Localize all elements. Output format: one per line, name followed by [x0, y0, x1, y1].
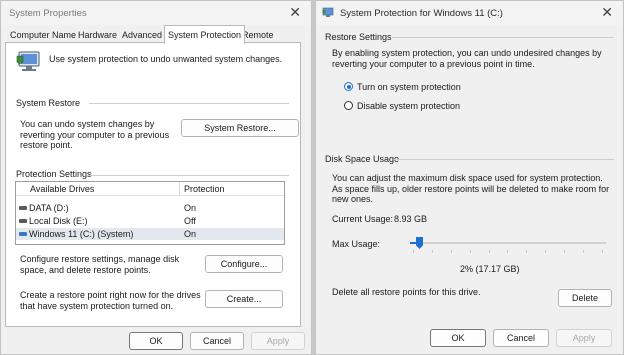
system-protection-icon [16, 51, 40, 71]
close-icon[interactable]: ✕ [289, 5, 301, 19]
ok-button[interactable]: OK [430, 329, 486, 347]
system-protection-icon [322, 7, 334, 17]
window-title: System Protection for Windows 11 (C:) [340, 8, 503, 19]
system-drive-icon [19, 232, 27, 236]
system-properties-window: System Properties ✕ Computer Name Hardwa… [0, 0, 312, 355]
disable-protection-label[interactable]: Disable system protection [357, 101, 460, 111]
divider [392, 37, 614, 38]
turn-on-protection-radio[interactable] [344, 82, 353, 91]
column-header-drives[interactable]: Available Drives [30, 184, 94, 194]
cancel-button[interactable]: Cancel [493, 329, 549, 347]
tab-advanced[interactable]: Advanced [122, 28, 162, 43]
drive-icon [19, 219, 27, 223]
drive-protection: On [184, 229, 197, 239]
column-header-protection[interactable]: Protection [184, 184, 225, 194]
drive-row-selected[interactable]: Windows 11 (C:) (System) On [16, 228, 284, 240]
disk-space-heading: Disk Space Usage [325, 154, 400, 164]
column-separator[interactable] [179, 182, 180, 196]
ok-button[interactable]: OK [129, 332, 183, 350]
configure-desc: Configure restore settings, manage disk … [20, 254, 180, 275]
divider [87, 175, 289, 176]
current-usage-label: Current Usage: [332, 214, 394, 224]
divider [89, 103, 289, 104]
slider-ticks [413, 250, 603, 253]
tab-hardware[interactable]: Hardware [78, 28, 117, 43]
system-restore-button[interactable]: System Restore... [181, 119, 299, 137]
intro-text: Use system protection to undo unwanted s… [49, 54, 283, 64]
create-button[interactable]: Create... [205, 290, 283, 308]
drive-protection: On [184, 203, 197, 213]
cancel-button[interactable]: Cancel [190, 332, 244, 350]
disk-space-desc: You can adjust the maximum disk space us… [332, 173, 610, 204]
drive-name: Local Disk (E:) [29, 216, 88, 226]
drives-list[interactable]: Available Drives Protection DATA (D:) On… [15, 181, 285, 245]
configure-button[interactable]: Configure... [205, 255, 283, 273]
title-bar[interactable]: System Protection for Windows 11 (C:) ✕ [316, 1, 623, 25]
turn-on-protection-label[interactable]: Turn on system protection [357, 82, 461, 92]
current-usage-value: 8.93 GB [394, 214, 428, 224]
drive-row[interactable]: Local Disk (E:) Off [16, 215, 284, 227]
max-usage-label: Max Usage: [332, 239, 381, 249]
tab-computer-name[interactable]: Computer Name [10, 28, 76, 43]
max-usage-value: 2% (17.17 GB) [460, 264, 520, 274]
divider [394, 159, 614, 160]
drive-name: DATA (D:) [29, 203, 69, 213]
tab-remote[interactable]: Remote [242, 28, 274, 43]
system-protection-dialog: System Protection for Windows 11 (C:) ✕ … [315, 0, 624, 355]
system-restore-desc: You can undo system changes by reverting… [20, 119, 170, 150]
disable-protection-radio[interactable] [344, 101, 353, 110]
system-restore-heading: System Restore [16, 98, 81, 108]
max-usage-slider[interactable] [410, 235, 606, 253]
drive-row[interactable]: DATA (D:) On [16, 202, 284, 214]
apply-button[interactable]: Apply [251, 332, 305, 350]
protection-settings-heading: Protection Settings [16, 169, 92, 179]
drives-list-header: Available Drives Protection [16, 182, 284, 196]
create-desc: Create a restore point right now for the… [20, 290, 201, 311]
apply-button[interactable]: Apply [556, 329, 612, 347]
title-bar[interactable]: System Properties ✕ [1, 1, 311, 25]
tab-system-protection[interactable]: System Protection [164, 25, 246, 44]
slider-thumb[interactable] [416, 237, 423, 249]
close-icon[interactable]: ✕ [601, 5, 613, 19]
window-title: System Properties [9, 8, 87, 19]
restore-settings-heading: Restore Settings [325, 32, 392, 42]
delete-button[interactable]: Delete [558, 289, 612, 307]
drive-protection: Off [184, 216, 196, 226]
drive-icon [19, 206, 27, 210]
slider-track [410, 242, 606, 244]
delete-desc: Delete all restore points for this drive… [332, 287, 481, 297]
drive-name: Windows 11 (C:) (System) [29, 229, 134, 239]
restore-settings-desc: By enabling system protection, you can u… [332, 48, 602, 69]
